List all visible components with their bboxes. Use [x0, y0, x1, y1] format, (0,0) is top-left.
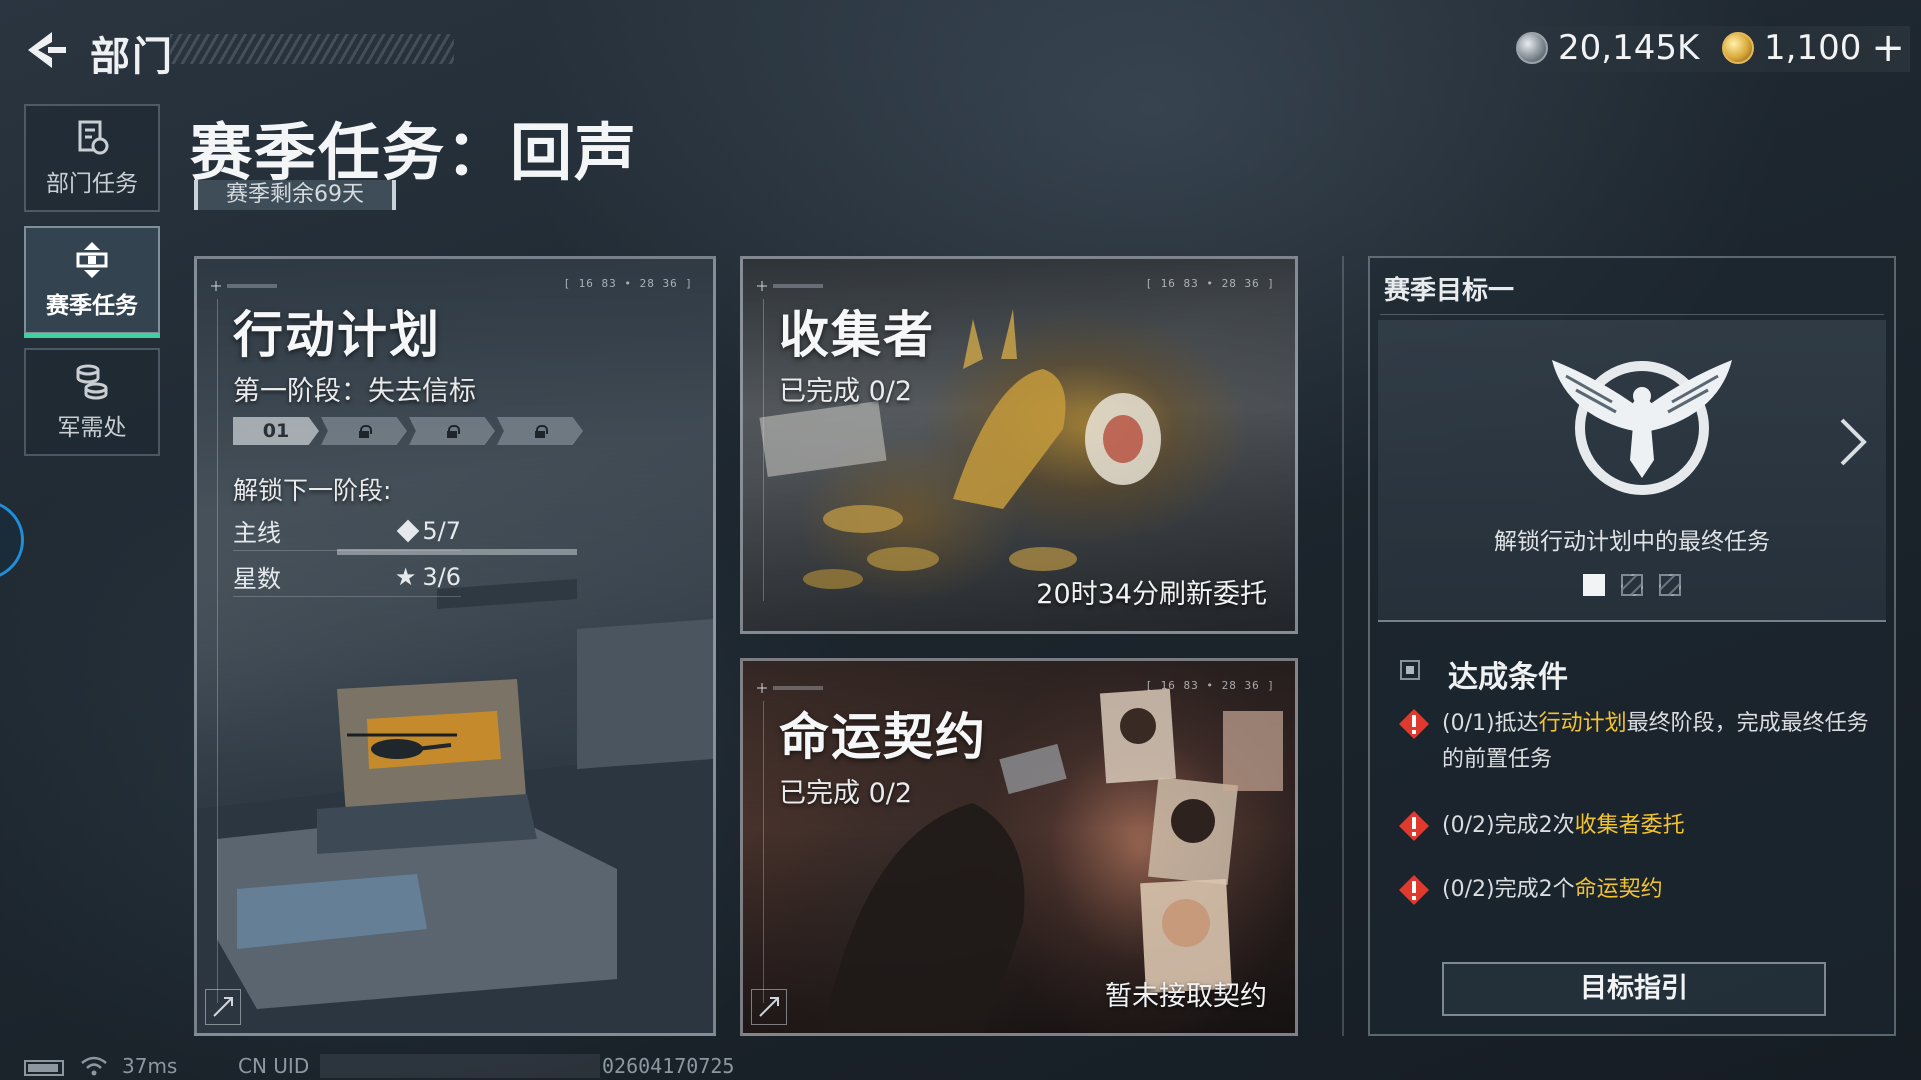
card-guide-line	[763, 299, 764, 601]
status-bar: 37ms CN UID 02604170725	[0, 1052, 1921, 1080]
season-task-icon	[76, 242, 108, 278]
card-header-mark	[211, 277, 281, 291]
next-goal-button[interactable]	[1832, 412, 1872, 472]
sidebar-item-label: 军需处	[57, 415, 127, 441]
eagle-emblem-icon	[1552, 360, 1732, 495]
unlock-next-stage-label: 解锁下一阶段:	[233, 476, 392, 505]
add-currency-button[interactable]: +	[1871, 25, 1905, 71]
department-task-icon	[78, 120, 109, 155]
quartermaster-icon	[76, 364, 108, 400]
divider	[1378, 620, 1886, 622]
lock-icon	[447, 425, 460, 438]
card-corner-tag: [ 16 83 • 28 36 ]	[563, 277, 693, 290]
uid-value: 02604170725	[602, 1054, 735, 1078]
goal-guide-button[interactable]: 目标指引	[1442, 962, 1826, 1016]
condition-item: (0/2)完成2次收集者委托	[1398, 808, 1888, 844]
goal-pager	[1378, 574, 1886, 596]
chevron-right-icon	[1840, 418, 1867, 466]
season-days-left-badge: 赛季剩余69天	[194, 180, 396, 210]
condition-item: (0/2)完成2个命运契约	[1398, 872, 1888, 908]
expand-icon[interactable]	[751, 989, 787, 1025]
fate-contract-progress: 已完成 0/2	[779, 778, 913, 809]
star-count-label: 星数	[233, 565, 281, 593]
season-goal-panel: 赛季目标一 解锁行动计划中的最终任务 达成条件 (0/1)抵达行动计划最终阶段，…	[1368, 256, 1896, 1036]
sidebar-item-label: 部门任务	[46, 171, 138, 197]
star-progress-row: 星数 ★ 3/6	[233, 557, 461, 597]
page-header-title: 部门	[90, 34, 174, 80]
main-line-label: 主线	[233, 519, 281, 547]
pager-dot-2[interactable]	[1621, 574, 1643, 596]
collector-progress: 已完成 0/2	[779, 376, 913, 407]
collector-refresh-note: 20时34分刷新委托	[1036, 579, 1267, 610]
main-line-value: 5/7	[422, 516, 461, 545]
stage-progress-bar: 01	[233, 417, 583, 445]
card-guide-line	[763, 701, 764, 1003]
lock-icon	[535, 425, 548, 438]
fate-contract-note: 暂未接取契约	[1105, 981, 1267, 1012]
warning-icon	[1399, 709, 1429, 739]
operation-plan-card[interactable]: [ 16 83 • 28 36 ] 行动计划 第一阶段：失去信标 01 解锁下一…	[194, 256, 716, 1036]
card-corner-tag: [ 16 83 • 28 36 ]	[1145, 277, 1275, 290]
pager-dot-1[interactable]	[1583, 574, 1605, 596]
ping-value: 37ms	[122, 1054, 178, 1078]
main-line-progress-row: 主线 5/7	[233, 511, 461, 551]
back-button[interactable]	[22, 28, 70, 72]
lock-icon	[359, 425, 372, 438]
sidebar-item-label: 赛季任务	[46, 293, 138, 319]
sidebar-item-season-tasks[interactable]: 赛季任务	[24, 226, 160, 338]
gold-currency[interactable]: 1,100 +	[1722, 25, 1905, 71]
stage-segment-locked	[409, 417, 495, 445]
pager-dot-3[interactable]	[1659, 574, 1681, 596]
panel-divider	[1342, 256, 1344, 1036]
silver-coin-icon	[1516, 32, 1548, 64]
header-decoration	[170, 34, 454, 64]
divider	[1380, 314, 1884, 315]
collector-title: 收集者	[779, 306, 935, 364]
condition-text: (0/1)抵达行动计划最终阶段，完成最终任务的前置任务	[1442, 711, 1869, 772]
expand-icon[interactable]	[205, 989, 241, 1025]
condition-item: (0/1)抵达行动计划最终阶段，完成最终任务的前置任务	[1398, 706, 1888, 778]
fate-contract-card[interactable]: [ 16 83 • 28 36 ] 命运契约 已完成 0/2 暂未接取契约	[740, 658, 1298, 1036]
season-goal-header: 赛季目标一	[1384, 276, 1515, 306]
condition-text: (0/2)完成2次收集者委托	[1442, 813, 1685, 838]
uid-mask	[320, 1054, 600, 1078]
fate-contract-title: 命运契约	[779, 708, 987, 766]
silver-currency-value: 20,145K	[1558, 28, 1700, 68]
wifi-icon	[81, 1056, 107, 1076]
battery-icon	[24, 1060, 64, 1076]
star-count-value: 3/6	[422, 562, 461, 591]
warning-icon	[1399, 811, 1429, 841]
conditions-title: 达成条件	[1448, 660, 1568, 695]
card-header-mark	[757, 679, 827, 693]
operation-plan-stage: 第一阶段：失去信标	[233, 376, 476, 407]
card-corner-tag: [ 16 83 • 28 36 ]	[1145, 679, 1275, 692]
star-icon: ★	[394, 562, 417, 591]
card-guide-line	[217, 299, 218, 1003]
goal-showcase: 解锁行动计划中的最终任务	[1378, 320, 1886, 620]
gold-coin-icon	[1722, 32, 1754, 64]
sidebar-item-quartermaster[interactable]: 军需处	[24, 348, 160, 456]
silver-currency: 20,145K	[1516, 26, 1699, 70]
side-drawer-handle[interactable]	[0, 500, 24, 580]
gold-currency-value: 1,100	[1764, 28, 1862, 68]
operation-plan-title: 行动计划	[233, 306, 441, 364]
stage-segment-locked	[497, 417, 583, 445]
diamond-icon	[397, 519, 420, 542]
goal-unlock-description: 解锁行动计划中的最终任务	[1494, 529, 1770, 555]
card-header-mark	[757, 277, 827, 291]
warning-icon	[1399, 875, 1429, 905]
helicopter-icon	[347, 733, 457, 759]
stage-segment-current: 01	[233, 417, 319, 445]
conditions-bullet-icon	[1400, 660, 1420, 680]
top-bar: 部门 20,145K 1,100 +	[0, 0, 1921, 100]
stage-segment-locked	[321, 417, 407, 445]
condition-text: (0/2)完成2个命运契约	[1442, 877, 1663, 902]
page-title: 赛季任务：回声	[190, 116, 639, 189]
back-arrow-icon	[28, 32, 66, 68]
sidebar-item-department-tasks[interactable]: 部门任务	[24, 104, 160, 212]
collector-card[interactable]: [ 16 83 • 28 36 ] 收集者 已完成 0/2 20时34分刷新委托	[740, 256, 1298, 634]
uid-label: CN UID	[238, 1054, 310, 1078]
